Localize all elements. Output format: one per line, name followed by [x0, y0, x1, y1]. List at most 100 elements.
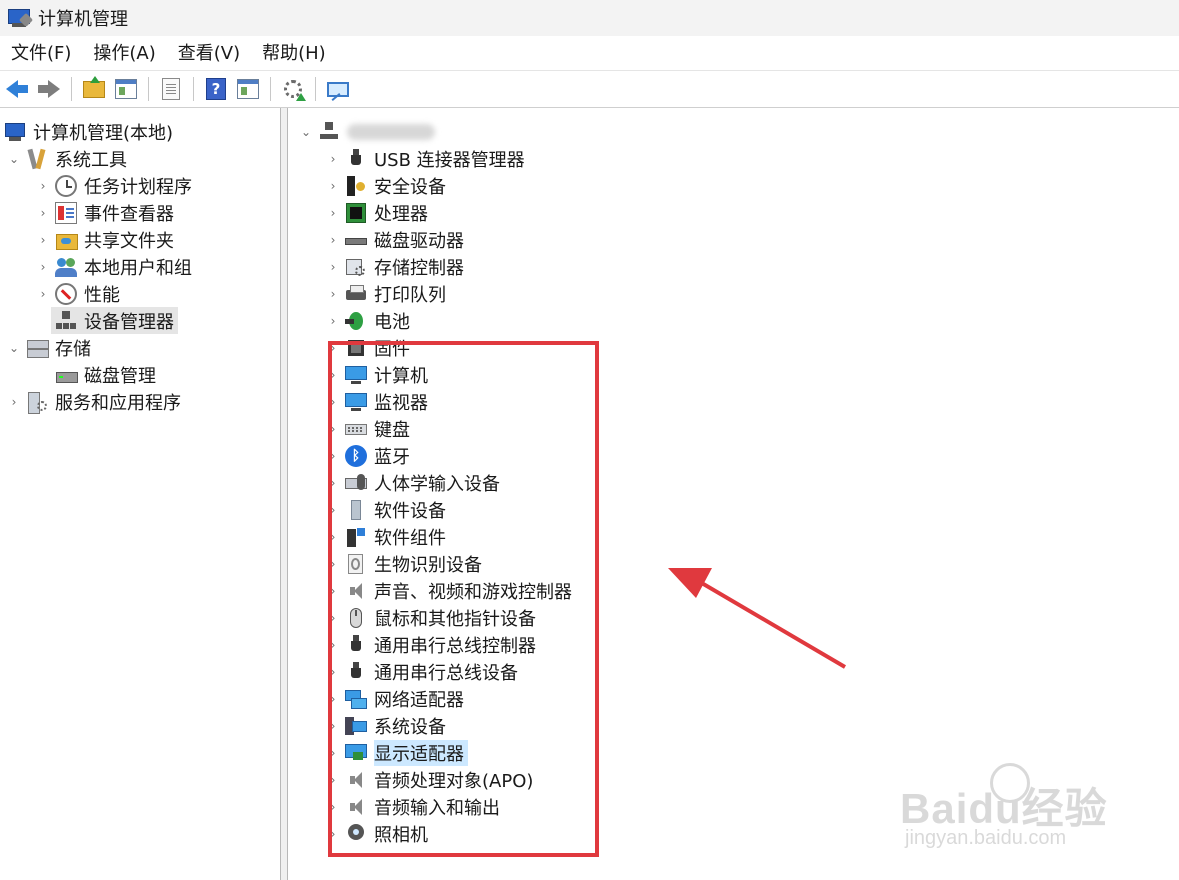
device-category-label: 软件组件 [374, 527, 446, 549]
chevron-right-icon[interactable]: › [325, 638, 341, 652]
chevron-down-icon[interactable]: ⌄ [6, 152, 22, 166]
chevron-right-icon[interactable]: › [325, 422, 341, 436]
chevron-down-icon[interactable]: ⌄ [298, 125, 314, 139]
tree-item-storage[interactable]: ⌄ 存储 [6, 334, 91, 361]
device-category-security-devices[interactable]: › 安全设备 [325, 172, 446, 199]
chevron-right-icon[interactable]: › [6, 395, 22, 409]
device-category-software-devices[interactable]: › 软件设备 [325, 496, 446, 523]
chevron-right-icon[interactable]: › [325, 503, 341, 517]
device-category-storage-controllers[interactable]: › 存储控制器 [325, 253, 464, 280]
device-category-system-devices[interactable]: › 系统设备 [325, 712, 446, 739]
device-category-disk-drives[interactable]: › 磁盘驱动器 [325, 226, 464, 253]
device-category-keyboards[interactable]: › 键盘 [325, 415, 410, 442]
chevron-right-icon[interactable]: › [325, 611, 341, 625]
event-log-icon [55, 201, 77, 224]
usb-icon [345, 634, 367, 656]
chevron-right-icon[interactable]: › [325, 314, 341, 328]
chevron-right-icon[interactable]: › [35, 179, 51, 193]
forward-button[interactable] [36, 76, 62, 102]
device-tree-root[interactable]: ⌄ [298, 118, 435, 145]
chevron-right-icon[interactable]: › [325, 368, 341, 382]
chevron-right-icon[interactable]: › [325, 341, 341, 355]
device-category-usb-devices[interactable]: › 通用串行总线设备 [325, 658, 518, 685]
device-category-software-components[interactable]: › 软件组件 [325, 523, 446, 550]
tree-item-disk-management[interactable]: 磁盘管理 [51, 361, 156, 388]
device-category-network-adapters[interactable]: › 网络适配器 [325, 685, 464, 712]
storage-controller-icon [345, 256, 367, 278]
chevron-right-icon[interactable]: › [325, 746, 341, 760]
chevron-right-icon[interactable]: › [325, 260, 341, 274]
tree-item-device-manager[interactable]: 设备管理器 [51, 307, 178, 334]
chevron-right-icon[interactable]: › [325, 179, 341, 193]
tree-item-task-scheduler[interactable]: › 任务计划程序 [35, 172, 192, 199]
menu-file[interactable]: 文件(F) [0, 37, 82, 70]
update-driver-button[interactable] [280, 76, 306, 102]
device-category-bluetooth[interactable]: › ᛒ 蓝牙 [325, 442, 410, 469]
chevron-right-icon[interactable]: › [35, 206, 51, 220]
device-category-display-adapters[interactable]: › 显示适配器 [325, 739, 468, 766]
chevron-right-icon[interactable]: › [325, 287, 341, 301]
device-category-hid[interactable]: › 人体学输入设备 [325, 469, 500, 496]
menu-action[interactable]: 操作(A) [82, 37, 166, 70]
device-category-audio-processing-objects[interactable]: › 音频处理对象(APO) [325, 766, 534, 793]
properties-icon [162, 78, 180, 100]
chevron-right-icon[interactable]: › [325, 800, 341, 814]
scan-hardware-button[interactable] [325, 76, 351, 102]
tree-item-event-viewer[interactable]: › 事件查看器 [35, 199, 174, 226]
menu-view[interactable]: 查看(V) [167, 37, 251, 70]
tree-item-services-applications[interactable]: › 服务和应用程序 [6, 388, 181, 415]
chevron-right-icon[interactable]: › [325, 827, 341, 841]
back-button[interactable] [4, 76, 30, 102]
device-category-audio-inputs-outputs[interactable]: › 音频输入和输出 [325, 793, 500, 820]
tree-root-computer-management[interactable]: 计算机管理(本地) [4, 118, 173, 145]
chevron-down-icon[interactable]: ⌄ [6, 341, 22, 355]
help-button[interactable]: ? [203, 76, 229, 102]
up-folder-button[interactable] [81, 75, 107, 102]
device-category-print-queues[interactable]: › 打印队列 [325, 280, 446, 307]
tree-item-shared-folders[interactable]: › 共享文件夹 [35, 226, 174, 253]
tree-label: 存储 [55, 338, 91, 360]
forward-arrow-icon [38, 80, 60, 98]
menu-help[interactable]: 帮助(H) [251, 37, 337, 70]
chevron-right-icon[interactable]: › [35, 287, 51, 301]
device-category-label: 人体学输入设备 [374, 473, 500, 495]
chevron-right-icon[interactable]: › [325, 152, 341, 166]
device-category-processors[interactable]: › 处理器 [325, 199, 428, 226]
device-category-usb-connector-managers[interactable]: › USB 连接器管理器 [325, 145, 525, 172]
device-category-mice[interactable]: › 鼠标和其他指针设备 [325, 604, 536, 631]
tree-item-performance[interactable]: › 性能 [35, 280, 120, 307]
pane-divider[interactable] [281, 108, 288, 880]
device-category-sound-video-game[interactable]: › 声音、视频和游戏控制器 [325, 577, 572, 604]
chevron-right-icon[interactable]: › [35, 260, 51, 274]
chevron-right-icon[interactable]: › [325, 557, 341, 571]
chevron-right-icon[interactable]: › [35, 233, 51, 247]
toolbar-separator [193, 77, 194, 101]
device-category-batteries[interactable]: › 电池 [325, 307, 410, 334]
chevron-right-icon[interactable]: › [325, 449, 341, 463]
keyboard-icon [345, 418, 367, 440]
show-hide-tree-button[interactable] [113, 76, 139, 102]
chevron-right-icon[interactable]: › [325, 719, 341, 733]
chevron-right-icon[interactable]: › [325, 665, 341, 679]
device-category-computer[interactable]: › 计算机 [325, 361, 428, 388]
display-adapter-icon [345, 742, 367, 764]
chevron-right-icon[interactable]: › [325, 476, 341, 490]
properties-button[interactable] [158, 76, 184, 102]
device-category-cameras[interactable]: › 照相机 [325, 820, 428, 847]
device-category-label: 通用串行总线控制器 [374, 635, 536, 657]
chevron-right-icon[interactable]: › [325, 206, 341, 220]
chevron-right-icon[interactable]: › [325, 692, 341, 706]
device-category-monitors[interactable]: › 监视器 [325, 388, 428, 415]
chevron-right-icon[interactable]: › [325, 395, 341, 409]
chevron-right-icon[interactable]: › [325, 233, 341, 247]
device-category-firmware[interactable]: › 固件 [325, 334, 410, 361]
tree-item-local-users-groups[interactable]: › 本地用户和组 [35, 253, 192, 280]
menu-bar: 文件(F) 操作(A) 查看(V) 帮助(H) [0, 37, 1179, 71]
chevron-right-icon[interactable]: › [325, 584, 341, 598]
device-category-usb-controllers[interactable]: › 通用串行总线控制器 [325, 631, 536, 658]
action-pane-button[interactable] [235, 76, 261, 102]
device-category-biometric[interactable]: › 生物识别设备 [325, 550, 482, 577]
tree-item-system-tools[interactable]: ⌄ 系统工具 [6, 145, 127, 172]
chevron-right-icon[interactable]: › [325, 530, 341, 544]
chevron-right-icon[interactable]: › [325, 773, 341, 787]
